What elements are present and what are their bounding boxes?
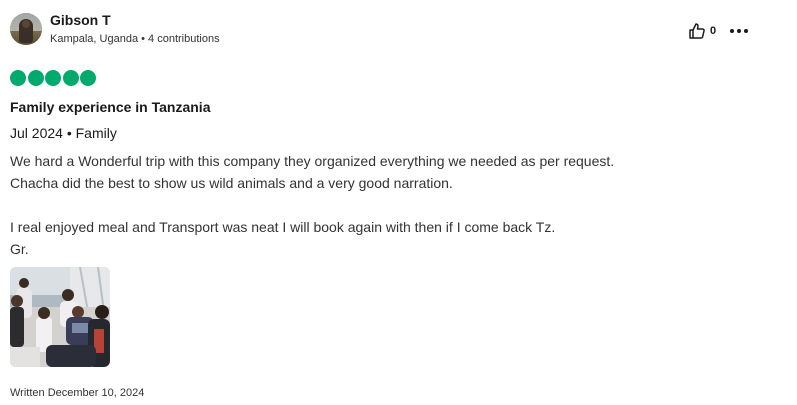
rating-bubbles	[10, 70, 98, 86]
meta-separator: •	[141, 33, 145, 45]
trip-type: Family	[75, 125, 117, 141]
review-card: Gibson T Kampala, Uganda • 4 contributio…	[0, 0, 797, 405]
helpful-count: 0	[710, 25, 717, 37]
rating-bubble	[10, 70, 26, 86]
rating-bubble	[62, 70, 79, 86]
rating-bubble	[80, 70, 96, 86]
review-actions: 0	[688, 22, 749, 40]
trip-separator: •	[66, 125, 72, 141]
reviewer-location: Kampala, Uganda	[50, 33, 139, 45]
reviewer-name[interactable]: Gibson T	[50, 12, 220, 28]
review-body-line: I real enjoyed meal and Transport was ne…	[10, 219, 556, 235]
rating-bubble	[27, 70, 44, 86]
review-photo[interactable]	[10, 267, 110, 367]
review-title[interactable]: Family experience in Tanzania	[10, 98, 210, 116]
thumbs-up-icon[interactable]	[688, 22, 706, 40]
reviewer-header: Gibson T Kampala, Uganda • 4 contributio…	[10, 12, 220, 46]
trip-date: Jul 2024	[10, 125, 63, 141]
avatar[interactable]	[10, 13, 42, 45]
written-date: Written December 10, 2024	[10, 387, 145, 399]
trip-meta: Jul 2024 • Family	[10, 124, 117, 142]
reviewer-info: Gibson T Kampala, Uganda • 4 contributio…	[50, 12, 220, 46]
rating-bubble	[45, 70, 61, 86]
review-body-line: Gr.	[10, 241, 29, 257]
review-body: We hard a Wonderful trip with this compa…	[10, 150, 770, 260]
reviewer-meta: Kampala, Uganda • 4 contributions	[50, 32, 220, 46]
more-options-icon[interactable]	[730, 22, 749, 40]
review-body-line: Chacha did the best to show us wild anim…	[10, 175, 453, 191]
reviewer-contributions: 4 contributions	[148, 33, 220, 45]
review-body-line: We hard a Wonderful trip with this compa…	[10, 153, 615, 169]
